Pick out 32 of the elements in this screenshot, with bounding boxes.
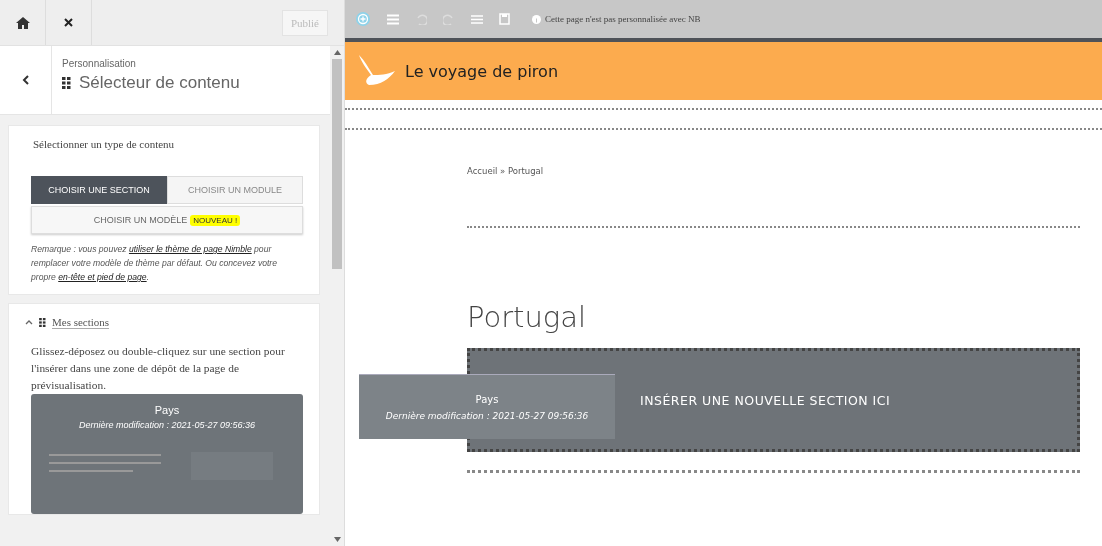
scroll-down-icon[interactable]: [333, 537, 341, 542]
close-icon: [64, 18, 73, 27]
grid-icon: [39, 318, 46, 327]
note-link[interactable]: utiliser le thème de page Nimble: [128, 244, 252, 254]
section-name: Pays: [153, 404, 181, 416]
content-type-label: Sélectionner un type de contenu: [32, 138, 176, 150]
scroll-up-icon[interactable]: [333, 50, 341, 55]
template-button[interactable]: CHOISIR UN MODÈLE NOUVEAU !: [31, 206, 303, 234]
note-link[interactable]: en-tête et pied de page: [58, 272, 147, 282]
breadcrumb: Personnalisation: [62, 58, 137, 69]
caret-icon[interactable]: [25, 320, 33, 325]
panel-title: Sélecteur de contenu: [79, 73, 240, 93]
page-title: Portugal: [467, 300, 588, 334]
menu-icon[interactable]: [387, 13, 399, 25]
back-icon: [22, 75, 29, 85]
new-badge: NOUVEAU !: [190, 214, 241, 226]
breadcrumb: Accueil » Portugal: [467, 166, 545, 176]
add-icon[interactable]: [355, 11, 371, 27]
dragged-section-name: Pays: [475, 393, 499, 405]
site-title[interactable]: Le voyage de piron: [405, 61, 559, 81]
grid-icon: [62, 77, 71, 89]
home-icon: [15, 16, 30, 29]
section-card[interactable]: Pays Dernière modification : 2021-05-27 09:56:36: [31, 394, 303, 514]
content-type-tab[interactable]: CHOISIR UNE SECTION: [31, 176, 167, 204]
save-icon[interactable]: [499, 13, 510, 25]
notice-text: Cette page n'est pas personnalisée avec NB: [545, 14, 701, 24]
section-modified: Dernière modification : 2021-05-27 09:56:36: [77, 420, 257, 430]
drop-zone-label: INSÉRER UNE NOUVELLE SECTION ICI: [640, 392, 891, 408]
section-title[interactable]: Mes sections: [52, 316, 110, 329]
sections-description: Glissez-déposez ou double-cliquez sur une section pour l'insérer dans une zone de dépôt de la page de prévisualisation.: [31, 344, 286, 393]
info-icon: [532, 14, 541, 24]
note-text: Remarque : vous pouvez utiliser le thème de page Nimble pour remplacer votre modèle de thème par défaut. Ou concevez votre propre en-tête et pied de page.: [31, 243, 278, 284]
